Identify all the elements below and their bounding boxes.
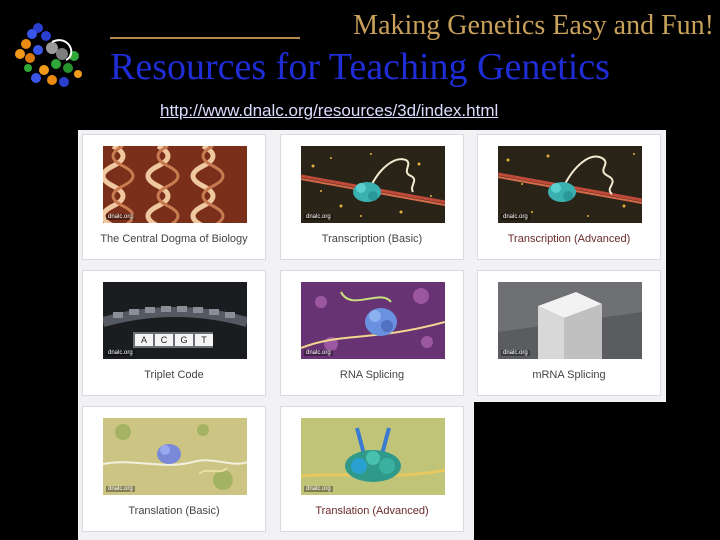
page-title: Resources for Teaching Genetics	[110, 46, 610, 88]
card-title: Translation (Basic)	[128, 505, 220, 517]
card-watermark: dnalc.org	[106, 486, 135, 492]
card-transcription-advanced-thumbnail: dnalc.org	[498, 146, 642, 223]
resources-link[interactable]: http://www.dnalc.org/resources/3d/index.…	[160, 101, 498, 121]
card-watermark: dnalc.org	[304, 350, 333, 356]
codon-tile: G	[175, 334, 193, 346]
header-rule	[110, 37, 300, 39]
card-rna-splicing-thumbnail: dnalc.org	[301, 282, 445, 359]
codon-tile: A	[135, 334, 153, 346]
dna-molecule-logo-icon	[8, 14, 104, 96]
card-translation-basic-thumbnail: dnalc.org	[103, 418, 247, 495]
card-title: Triplet Code	[144, 369, 204, 381]
card-watermark: dnalc.org	[304, 214, 333, 220]
card-transcription-advanced[interactable]: dnalc.org Transcription (Advanced)	[477, 134, 661, 260]
tagline: Making Genetics Easy and Fun!	[353, 10, 714, 41]
card-transcription-basic-thumbnail: dnalc.org	[301, 146, 445, 223]
codon-tile: T	[195, 334, 213, 346]
card-triplet-code[interactable]: A C G T dnalc.org Triplet Code	[82, 270, 266, 396]
card-watermark: dnalc.org	[304, 486, 333, 492]
card-mrna-splicing[interactable]: dnalc.org mRNA Splicing	[477, 270, 661, 396]
card-watermark: dnalc.org	[106, 214, 135, 220]
card-title: Transcription (Basic)	[321, 233, 423, 245]
card-triplet-code-thumbnail: A C G T dnalc.org	[103, 282, 247, 359]
card-translation-advanced-thumbnail: dnalc.org	[301, 418, 445, 495]
card-transcription-basic[interactable]: dnalc.org Transcription (Basic)	[280, 134, 464, 260]
resource-gallery: dnalc.org The Central Dogma of Biology d…	[78, 130, 666, 540]
card-rna-splicing[interactable]: dnalc.org RNA Splicing	[280, 270, 464, 396]
card-central-dogma[interactable]: dnalc.org The Central Dogma of Biology	[82, 134, 266, 260]
card-watermark: dnalc.org	[501, 214, 530, 220]
card-title: Translation (Advanced)	[315, 505, 429, 517]
card-central-dogma-thumbnail: dnalc.org	[103, 146, 247, 223]
card-title: RNA Splicing	[339, 369, 405, 381]
card-translation-advanced[interactable]: dnalc.org Translation (Advanced)	[280, 406, 464, 532]
card-watermark: dnalc.org	[501, 350, 530, 356]
codon-tile: C	[155, 334, 173, 346]
card-title: Transcription (Advanced)	[507, 233, 631, 245]
card-translation-basic[interactable]: dnalc.org Translation (Basic)	[82, 406, 266, 532]
codon-tiles: A C G T	[135, 334, 213, 346]
card-mrna-splicing-thumbnail: dnalc.org	[498, 282, 642, 359]
card-title: The Central Dogma of Biology	[100, 233, 248, 245]
card-watermark: dnalc.org	[106, 350, 135, 356]
card-title: mRNA Splicing	[532, 369, 606, 381]
